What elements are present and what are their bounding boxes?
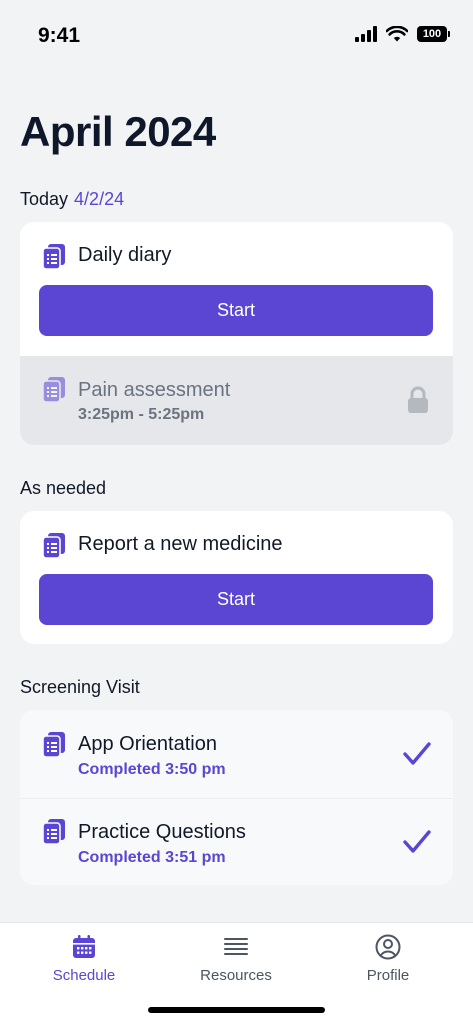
task-title: Daily diary bbox=[78, 244, 172, 266]
today-card: Daily diary Start Pain assessment 3:25pm… bbox=[20, 222, 453, 445]
wifi-icon bbox=[386, 26, 408, 42]
screening-card: App Orientation Completed 3:50 pm Practi… bbox=[20, 710, 453, 885]
task-row-daily-diary: Daily diary Start bbox=[20, 222, 453, 356]
battery-icon: 100 bbox=[417, 26, 450, 42]
document-icon bbox=[42, 533, 65, 559]
document-icon bbox=[42, 732, 65, 758]
status-bar: 9:41 100 bbox=[0, 0, 473, 70]
as-needed-card: Report a new medicine Start bbox=[20, 511, 453, 644]
task-title: Practice Questions bbox=[78, 821, 246, 843]
section-label-today: Today 4/2/24 bbox=[20, 189, 124, 210]
tab-label: Resources bbox=[200, 967, 272, 984]
user-circle-icon bbox=[375, 934, 401, 960]
task-row-app-orientation[interactable]: App Orientation Completed 3:50 pm bbox=[20, 710, 453, 798]
task-row-pain-assessment: Pain assessment 3:25pm - 5:25pm bbox=[20, 356, 453, 445]
status-time: 9:41 bbox=[38, 24, 81, 47]
task-row-report-medicine: Report a new medicine Start bbox=[20, 511, 453, 644]
check-icon bbox=[403, 742, 431, 765]
calendar-icon bbox=[73, 935, 95, 958]
section-title: Today bbox=[20, 189, 69, 209]
lock-icon bbox=[408, 386, 428, 413]
tab-schedule[interactable]: Schedule bbox=[24, 933, 144, 984]
section-label-as-needed: As needed bbox=[20, 478, 107, 498]
cellular-signal-icon bbox=[355, 26, 377, 42]
task-title: Report a new medicine bbox=[78, 533, 283, 555]
start-report-medicine-button[interactable]: Start bbox=[39, 574, 433, 625]
task-title: Pain assessment bbox=[78, 379, 231, 401]
tab-resources[interactable]: Resources bbox=[176, 933, 296, 984]
list-icon bbox=[224, 938, 248, 955]
task-status: Completed 3:51 pm bbox=[78, 849, 226, 866]
section-label-screening: Screening Visit bbox=[20, 677, 140, 697]
document-icon bbox=[42, 377, 65, 403]
page-title: April 2024 bbox=[20, 108, 216, 155]
today-date: 4/2/24 bbox=[74, 189, 125, 209]
status-icons: 100 bbox=[355, 26, 450, 42]
battery-level: 100 bbox=[422, 28, 442, 40]
task-title: App Orientation bbox=[78, 733, 217, 755]
home-indicator[interactable] bbox=[148, 1007, 325, 1013]
document-icon bbox=[42, 819, 65, 845]
tab-label: Schedule bbox=[52, 967, 116, 984]
task-status: Completed 3:50 pm bbox=[78, 761, 226, 778]
task-row-practice-questions[interactable]: Practice Questions Completed 3:51 pm bbox=[20, 798, 453, 885]
check-icon bbox=[403, 830, 431, 853]
tab-label: Profile bbox=[366, 967, 410, 984]
tab-profile[interactable]: Profile bbox=[328, 933, 448, 984]
task-time-range: 3:25pm - 5:25pm bbox=[78, 406, 205, 423]
start-daily-diary-button[interactable]: Start bbox=[39, 285, 433, 336]
document-icon bbox=[42, 244, 65, 270]
